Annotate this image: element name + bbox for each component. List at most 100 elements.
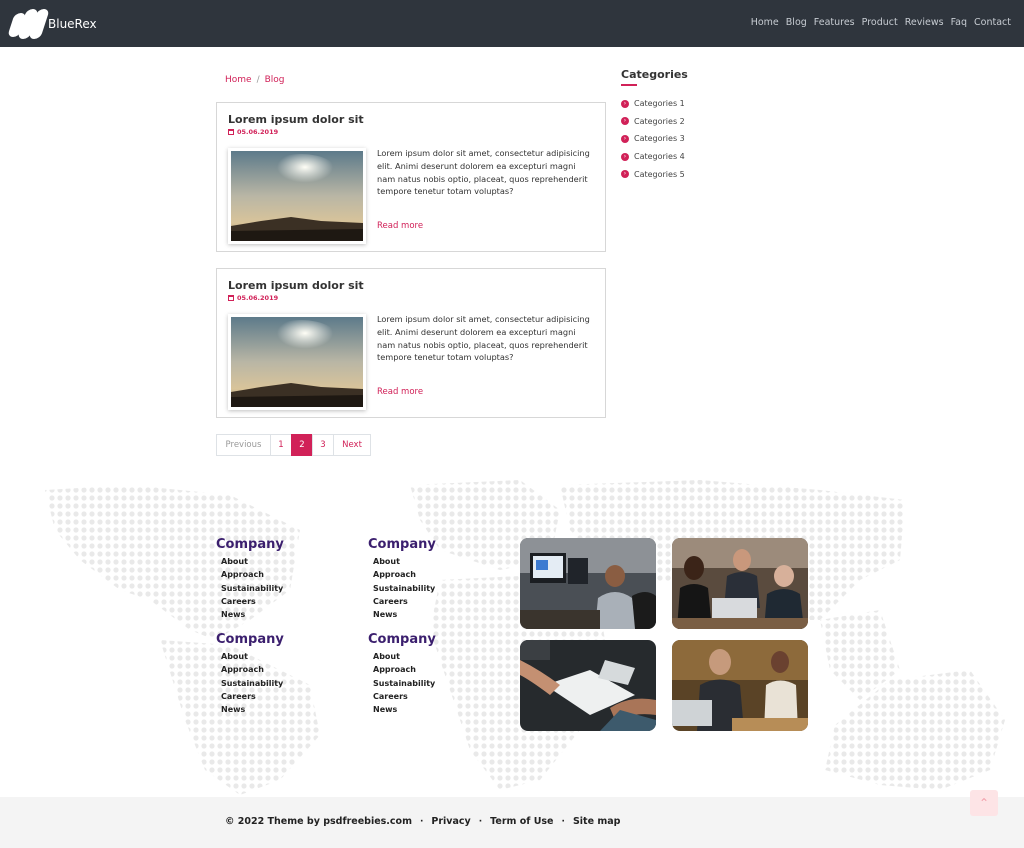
category-item[interactable]: › Categories 3 bbox=[621, 130, 685, 148]
category-label: Categories 5 bbox=[634, 169, 685, 179]
main-nav: Home Blog Features Product Reviews Faq C… bbox=[751, 17, 1011, 28]
brand-logo-link[interactable]: BlueRex bbox=[7, 7, 97, 40]
footer-link-about[interactable]: About bbox=[373, 555, 436, 568]
footer-link-news[interactable]: News bbox=[373, 608, 436, 621]
footer-link-sustainability[interactable]: Sustainability bbox=[221, 582, 284, 595]
nav-features[interactable]: Features bbox=[814, 17, 855, 28]
chevron-up-icon: ⌃ bbox=[978, 796, 990, 810]
privacy-link[interactable]: Privacy bbox=[431, 816, 470, 827]
scroll-to-top-button[interactable]: ⌃ bbox=[970, 790, 998, 816]
post-excerpt: Lorem ipsum dolor sit amet, consectetur … bbox=[377, 314, 590, 363]
footer-heading: Company bbox=[216, 537, 284, 552]
footer-link-about[interactable]: About bbox=[221, 650, 284, 663]
footer-column: Company About Approach Sustainability Ca… bbox=[216, 537, 284, 621]
category-label: Categories 1 bbox=[634, 99, 685, 109]
separator-dot: · bbox=[419, 816, 424, 827]
pagination-page-3[interactable]: 3 bbox=[312, 434, 334, 456]
breadcrumb: Home / Blog bbox=[225, 75, 285, 85]
nav-faq[interactable]: Faq bbox=[951, 17, 967, 28]
post-date: 05.06.2019 bbox=[228, 128, 278, 136]
breadcrumb-current: Blog bbox=[264, 75, 285, 85]
category-item[interactable]: › Categories 4 bbox=[621, 148, 685, 166]
footer-link-approach[interactable]: Approach bbox=[221, 663, 284, 676]
post-title[interactable]: Lorem ipsum dolor sit bbox=[228, 113, 364, 126]
calendar-icon bbox=[228, 295, 234, 301]
post-image[interactable] bbox=[228, 148, 366, 244]
pagination-page-2[interactable]: 2 bbox=[291, 434, 313, 456]
footer-link-sustainability[interactable]: Sustainability bbox=[373, 677, 436, 690]
copyright-text: © 2022 Theme by psdfreebies.com bbox=[225, 816, 412, 827]
chevron-circle-right-icon: › bbox=[621, 117, 629, 126]
post-excerpt: Lorem ipsum dolor sit amet, consectetur … bbox=[377, 148, 590, 197]
footer-link-sustainability[interactable]: Sustainability bbox=[221, 677, 284, 690]
post-title[interactable]: Lorem ipsum dolor sit bbox=[228, 279, 364, 292]
chevron-circle-right-icon: › bbox=[621, 170, 629, 179]
post-date-text: 05.06.2019 bbox=[237, 128, 279, 136]
footer-link-about[interactable]: About bbox=[373, 650, 436, 663]
category-item[interactable]: › Categories 1 bbox=[621, 95, 685, 113]
world-map-background bbox=[45, 480, 1005, 795]
footer-link-careers[interactable]: Careers bbox=[221, 595, 284, 608]
footer-link-approach[interactable]: Approach bbox=[373, 663, 436, 676]
category-label: Categories 3 bbox=[634, 134, 685, 144]
post-image[interactable] bbox=[228, 314, 366, 410]
footer-heading: Company bbox=[216, 632, 284, 647]
sitemap-link[interactable]: Site map bbox=[573, 816, 621, 827]
footer-link-approach[interactable]: Approach bbox=[221, 568, 284, 581]
categories-list: › Categories 1 › Categories 2 › Categories … bbox=[621, 95, 685, 183]
brand-name: BlueRex bbox=[48, 16, 97, 31]
post-date: 05.06.2019 bbox=[228, 294, 278, 302]
logo-icon bbox=[7, 7, 50, 40]
footer-photo-meeting[interactable] bbox=[672, 538, 808, 629]
bottom-bar: © 2022 Theme by psdfreebies.com · Privac… bbox=[0, 797, 1024, 848]
calendar-icon bbox=[228, 129, 234, 135]
footer-column: Company About Approach Sustainability Ca… bbox=[368, 537, 436, 621]
nav-blog[interactable]: Blog bbox=[786, 17, 807, 28]
separator-dot: · bbox=[478, 816, 483, 827]
bottom-links: © 2022 Theme by psdfreebies.com · Privac… bbox=[225, 816, 620, 827]
blog-post-card: Lorem ipsum dolor sit 05.06.2019 Lorem i… bbox=[216, 268, 606, 418]
read-more-link[interactable]: Read more bbox=[377, 221, 423, 231]
pagination-previous[interactable]: Previous bbox=[216, 434, 271, 456]
category-item[interactable]: › Categories 5 bbox=[621, 165, 685, 183]
navbar: BlueRex Home Blog Features Product Revie… bbox=[0, 0, 1024, 47]
pagination-page-1[interactable]: 1 bbox=[270, 434, 292, 456]
footer-link-careers[interactable]: Careers bbox=[221, 690, 284, 703]
terms-link[interactable]: Term of Use bbox=[490, 816, 553, 827]
footer-link-approach[interactable]: Approach bbox=[373, 568, 436, 581]
breadcrumb-separator: / bbox=[256, 75, 260, 85]
footer-link-about[interactable]: About bbox=[221, 555, 284, 568]
footer-link-news[interactable]: News bbox=[221, 703, 284, 716]
footer-photo-collaboration[interactable] bbox=[520, 640, 656, 731]
categories-underline bbox=[621, 84, 637, 86]
chevron-circle-right-icon: › bbox=[621, 152, 629, 161]
footer-link-news[interactable]: News bbox=[221, 608, 284, 621]
nav-home[interactable]: Home bbox=[751, 17, 779, 28]
footer-heading: Company bbox=[368, 632, 436, 647]
post-date-text: 05.06.2019 bbox=[237, 294, 279, 302]
category-item[interactable]: › Categories 2 bbox=[621, 113, 685, 131]
pagination: Previous 1 2 3 Next bbox=[216, 434, 371, 456]
footer-link-news[interactable]: News bbox=[373, 703, 436, 716]
footer-link-careers[interactable]: Careers bbox=[373, 595, 436, 608]
category-label: Categories 4 bbox=[634, 152, 685, 162]
chevron-circle-right-icon: › bbox=[621, 99, 629, 108]
separator-dot: · bbox=[561, 816, 565, 827]
footer-column: Company About Approach Sustainability Ca… bbox=[368, 632, 436, 716]
footer-heading: Company bbox=[368, 537, 436, 552]
nav-product[interactable]: Product bbox=[862, 17, 898, 28]
footer-column: Company About Approach Sustainability Ca… bbox=[216, 632, 284, 716]
footer-photo-office[interactable] bbox=[520, 538, 656, 629]
breadcrumb-home[interactable]: Home bbox=[225, 75, 252, 85]
chevron-circle-right-icon: › bbox=[621, 134, 629, 143]
blog-post-card: Lorem ipsum dolor sit 05.06.2019 Lorem i… bbox=[216, 102, 606, 252]
read-more-link[interactable]: Read more bbox=[377, 387, 423, 397]
categories-heading: Categories bbox=[621, 68, 688, 81]
footer-link-sustainability[interactable]: Sustainability bbox=[373, 582, 436, 595]
nav-contact[interactable]: Contact bbox=[974, 17, 1011, 28]
category-label: Categories 2 bbox=[634, 116, 685, 126]
nav-reviews[interactable]: Reviews bbox=[905, 17, 944, 28]
footer-link-careers[interactable]: Careers bbox=[373, 690, 436, 703]
footer-photo-laptop[interactable] bbox=[672, 640, 808, 731]
pagination-next[interactable]: Next bbox=[333, 434, 371, 456]
